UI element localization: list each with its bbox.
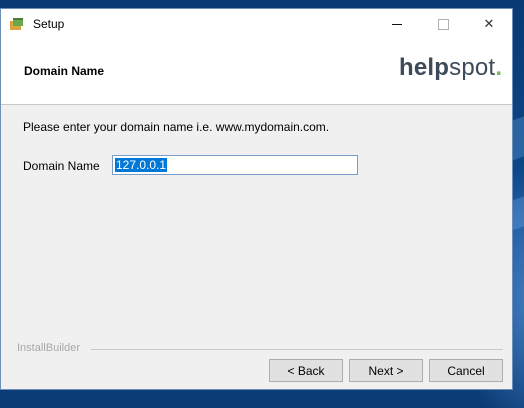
divider-line [91, 349, 503, 350]
setup-window: Setup ✕ Domain Name helpspot. Please ent… [0, 8, 513, 390]
installbuilder-divider: InstallBuilder [1, 342, 512, 356]
domain-name-input[interactable]: 127.0.0.1 [112, 155, 358, 175]
wizard-content: Please enter your domain name i.e. www.m… [1, 105, 512, 345]
page-title: Domain Name [24, 64, 105, 78]
wizard-header: Domain Name helpspot. [1, 39, 512, 105]
maximize-button[interactable] [420, 9, 466, 39]
title-bar[interactable]: Setup ✕ [1, 9, 512, 39]
cancel-button[interactable]: Cancel [429, 359, 503, 382]
domain-name-value: 127.0.0.1 [115, 158, 168, 172]
window-title: Setup [33, 17, 65, 31]
close-icon: ✕ [483, 16, 495, 31]
next-button[interactable]: Next > [349, 359, 423, 382]
maximize-icon [437, 18, 449, 30]
minimize-icon [392, 23, 402, 25]
domain-name-label: Domain Name [23, 159, 100, 173]
setup-app-icon [10, 18, 23, 30]
installbuilder-brand: InstallBuilder [17, 342, 80, 354]
close-button[interactable]: ✕ [466, 9, 512, 39]
minimize-button[interactable] [374, 9, 420, 39]
helpspot-logo: helpspot. [399, 54, 503, 81]
back-button[interactable]: < Back [269, 359, 343, 382]
instruction-text: Please enter your domain name i.e. www.m… [23, 120, 330, 134]
